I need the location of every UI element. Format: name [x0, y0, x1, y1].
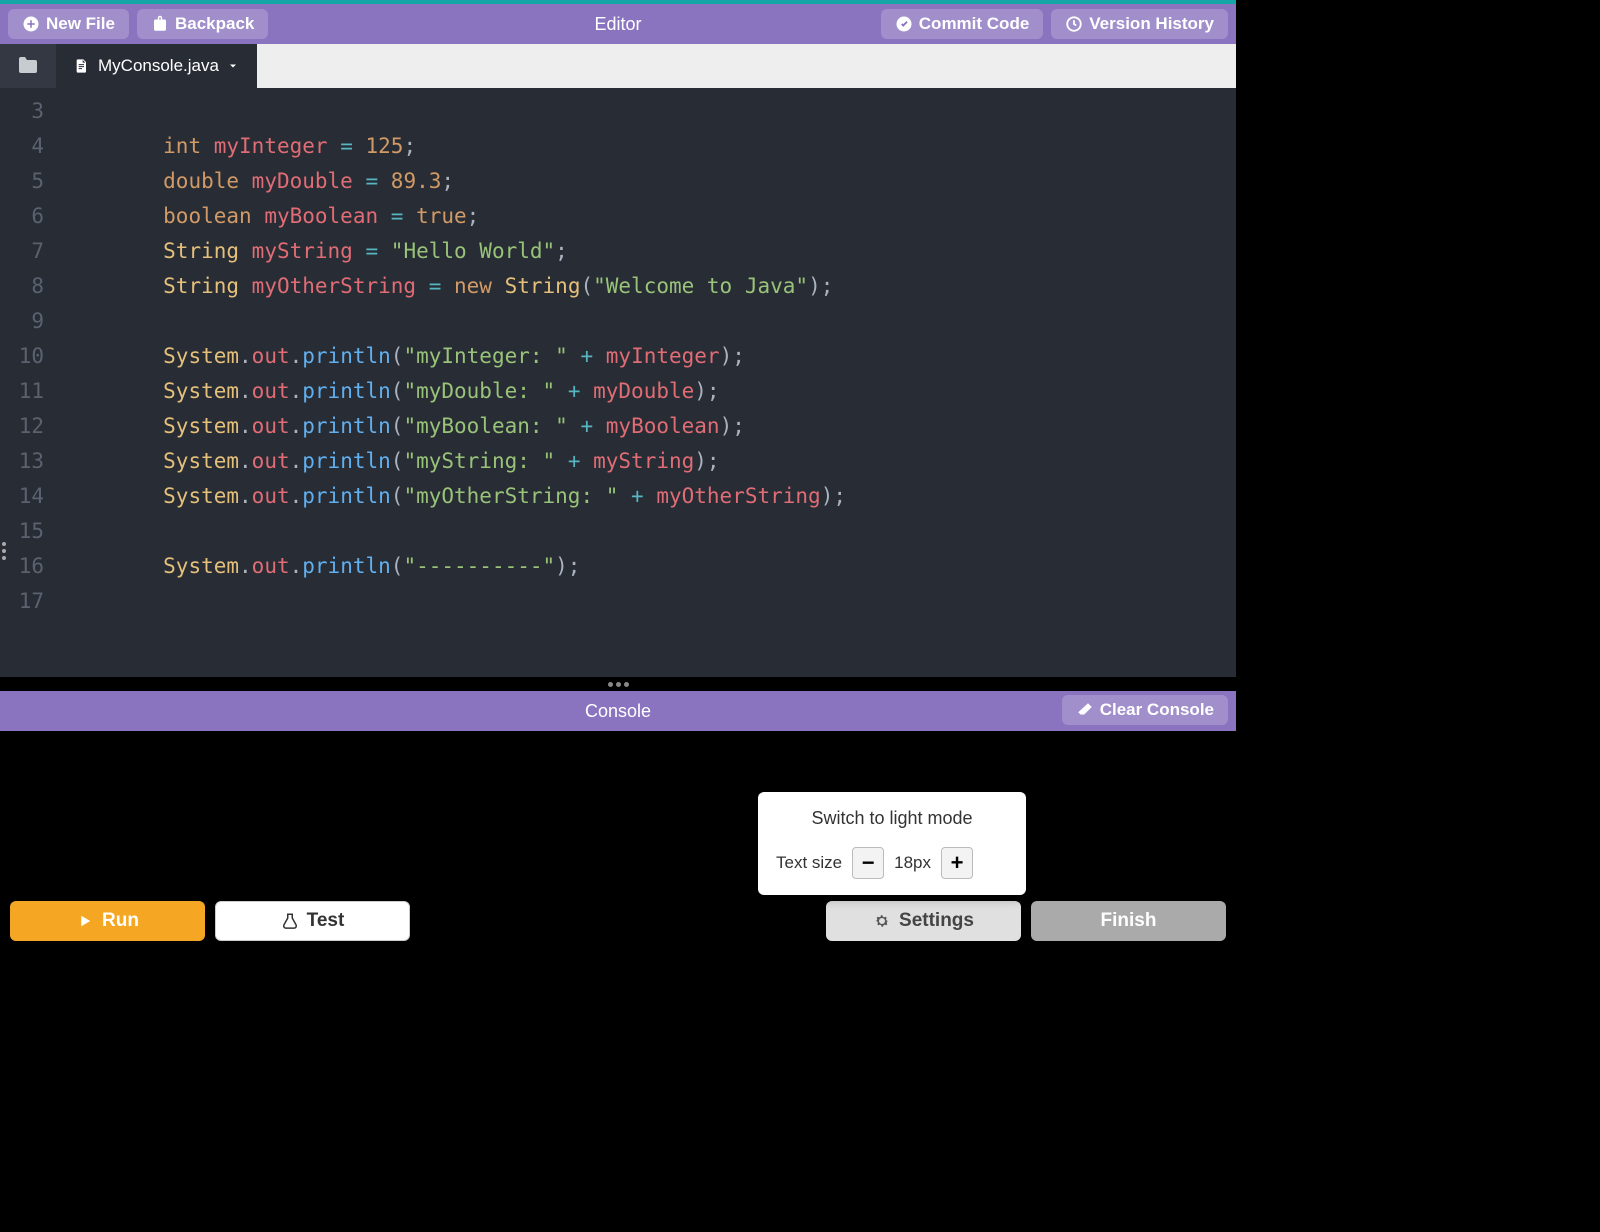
line-number: 13 — [0, 444, 62, 479]
code-line[interactable]: double myDouble = 89.3; — [62, 164, 1236, 199]
gear-icon — [873, 912, 891, 930]
console-header: Console Clear Console — [0, 691, 1236, 731]
line-number: 16 — [0, 549, 62, 584]
eraser-icon — [1076, 701, 1094, 719]
file-icon — [74, 58, 90, 74]
code-line[interactable] — [62, 584, 1236, 619]
code-line[interactable]: System.out.println("----------"); — [62, 549, 1236, 584]
console-output[interactable] — [0, 731, 1236, 897]
text-size-label: Text size — [776, 853, 842, 873]
editor-title: Editor — [594, 14, 641, 35]
panel-drag-handle[interactable] — [0, 677, 1236, 691]
code-line[interactable]: boolean myBoolean = true; — [62, 199, 1236, 234]
side-drag-handle[interactable] — [0, 538, 8, 564]
finish-button[interactable]: Finish — [1031, 901, 1226, 941]
new-file-label: New File — [46, 14, 115, 34]
line-number: 7 — [0, 234, 62, 269]
line-number: 9 — [0, 304, 62, 339]
top-toolbar: New File Backpack Editor Commit Code Ver… — [0, 4, 1236, 44]
line-gutter: 34567891011121314151617 — [0, 88, 62, 677]
run-button[interactable]: Run — [10, 901, 205, 941]
line-number: 15 — [0, 514, 62, 549]
flask-icon — [281, 912, 299, 930]
line-number: 10 — [0, 339, 62, 374]
line-number: 3 — [0, 94, 62, 129]
console-title: Console — [585, 701, 651, 722]
line-number: 17 — [0, 584, 62, 619]
line-number: 8 — [0, 269, 62, 304]
history-button[interactable]: Version History — [1051, 9, 1228, 39]
code-line[interactable]: System.out.println("myOtherString: " + m… — [62, 479, 1236, 514]
commit-button[interactable]: Commit Code — [881, 9, 1044, 39]
theme-toggle-label[interactable]: Switch to light mode — [776, 808, 1008, 829]
test-label: Test — [307, 910, 345, 932]
finish-label: Finish — [1101, 910, 1157, 932]
backpack-button[interactable]: Backpack — [137, 9, 268, 39]
line-number: 4 — [0, 129, 62, 164]
check-circle-icon — [895, 15, 913, 33]
code-line[interactable] — [62, 514, 1236, 549]
new-file-button[interactable]: New File — [8, 9, 129, 39]
line-number: 5 — [0, 164, 62, 199]
folder-tab[interactable] — [0, 44, 56, 88]
history-label: Version History — [1089, 14, 1214, 34]
settings-popover: Switch to light mode Text size − 18px + — [758, 792, 1026, 895]
code-line[interactable]: int myInteger = 125; — [62, 129, 1236, 164]
code-line[interactable]: System.out.println("myString: " + myStri… — [62, 444, 1236, 479]
line-number: 12 — [0, 409, 62, 444]
clear-console-button[interactable]: Clear Console — [1062, 695, 1228, 725]
code-line[interactable]: System.out.println("myInteger: " + myInt… — [62, 339, 1236, 374]
file-tabs-row: MyConsole.java — [0, 44, 1236, 88]
file-name: MyConsole.java — [98, 56, 219, 76]
backpack-label: Backpack — [175, 14, 254, 34]
plus-circle-icon — [22, 15, 40, 33]
caret-down-icon — [227, 60, 239, 72]
play-icon — [76, 912, 94, 930]
settings-button[interactable]: Settings — [826, 901, 1021, 941]
settings-label: Settings — [899, 910, 974, 932]
file-tab-active[interactable]: MyConsole.java — [56, 44, 257, 88]
code-area[interactable]: int myInteger = 125; double myDouble = 8… — [62, 88, 1236, 677]
code-line[interactable]: String myOtherString = new String("Welco… — [62, 269, 1236, 304]
line-number: 6 — [0, 199, 62, 234]
line-number: 11 — [0, 374, 62, 409]
clear-console-label: Clear Console — [1100, 700, 1214, 720]
clock-icon — [1065, 15, 1083, 33]
line-number: 14 — [0, 479, 62, 514]
text-size-value: 18px — [894, 853, 931, 873]
code-line[interactable]: System.out.println("myDouble: " + myDoub… — [62, 374, 1236, 409]
commit-label: Commit Code — [919, 14, 1030, 34]
text-size-decrease[interactable]: − — [852, 847, 884, 879]
test-button[interactable]: Test — [215, 901, 410, 941]
code-line[interactable] — [62, 94, 1236, 129]
code-line[interactable]: System.out.println("myBoolean: " + myBoo… — [62, 409, 1236, 444]
bottom-bar: Run Test Settings Finish — [0, 897, 1236, 951]
folder-icon — [16, 54, 40, 78]
text-size-increase[interactable]: + — [941, 847, 973, 879]
code-editor[interactable]: 34567891011121314151617 int myInteger = … — [0, 88, 1236, 677]
backpack-icon — [151, 15, 169, 33]
run-label: Run — [102, 910, 139, 932]
code-line[interactable]: String myString = "Hello World"; — [62, 234, 1236, 269]
code-line[interactable] — [62, 304, 1236, 339]
